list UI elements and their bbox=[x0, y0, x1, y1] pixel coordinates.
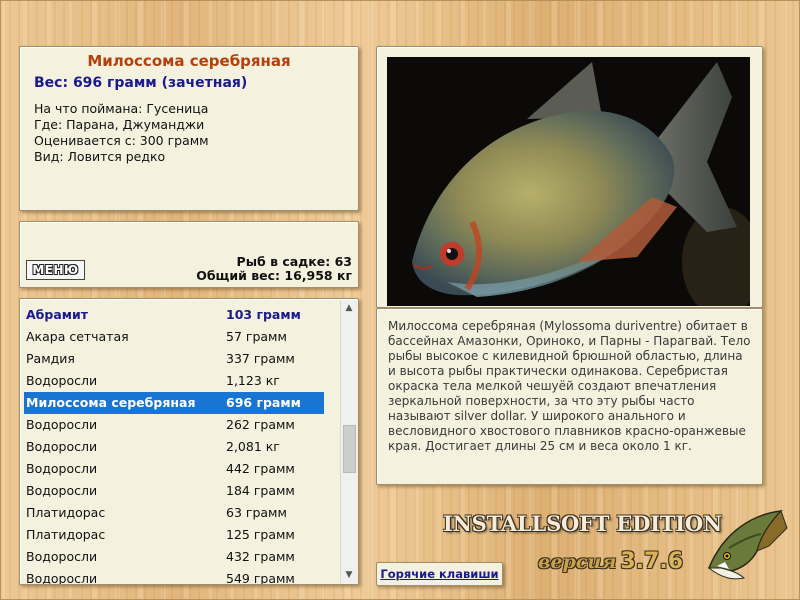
fish-list-name: Рамдия bbox=[26, 351, 75, 366]
fish-list-weight: 442 грамм bbox=[226, 461, 295, 476]
fish-details: На что поймана: Гусеница Где: Парана, Дж… bbox=[34, 101, 358, 165]
fish-list-name: Водоросли bbox=[26, 549, 98, 564]
fish-list-row[interactable]: Водоросли 184 грамм bbox=[24, 480, 324, 502]
caught-on-text: На что поймана: Гусеница bbox=[34, 101, 209, 116]
fish-list-name: Водоросли bbox=[26, 483, 98, 498]
fish-list-weight: 103 грамм bbox=[226, 307, 301, 322]
location-text: Где: Парана, Джуманджи bbox=[34, 117, 205, 132]
version-number: 3.7.6 bbox=[620, 549, 683, 574]
menu-button[interactable]: МЕНЮ bbox=[26, 260, 85, 280]
kind-text: Вид: Ловится редко bbox=[34, 149, 166, 164]
fish-name-title: Милоссома серебряная bbox=[87, 52, 291, 70]
fish-list-name: Водоросли bbox=[26, 417, 98, 432]
fish-weight: Вес: 696 грамм (зачетная) bbox=[34, 75, 248, 91]
fish-list-weight: 1,123 кг bbox=[226, 373, 280, 388]
fish-list-name: Милоссома серебряная bbox=[26, 395, 196, 410]
brand-logo-text: INSTALLSOFT EDITION bbox=[443, 511, 722, 536]
fish-list-name: Водоросли bbox=[26, 571, 98, 585]
fish-info-panel: Милоссома серебряная Вес: 696 грамм (зач… bbox=[19, 46, 359, 211]
fish-list-name: Водоросли bbox=[26, 439, 98, 454]
fish-list-weight: 63 грамм bbox=[226, 505, 287, 520]
fish-description-panel: Милоссома серебряная (Mylossoma durivent… bbox=[376, 308, 763, 485]
fish-list-row[interactable]: Платидорас 63 грамм bbox=[24, 502, 324, 524]
fish-list-row[interactable]: Водоросли 432 грамм bbox=[24, 546, 324, 568]
keepnet-stats-panel: МЕНЮ Рыб в садке: 63 Общий вес: 16,958 к… bbox=[19, 221, 359, 288]
fish-list: Абрамит 103 грамм Акара сетчатая 57 грамм Ра… bbox=[24, 304, 324, 585]
fish-list-weight: 337 грамм bbox=[226, 351, 295, 366]
fish-photo bbox=[387, 57, 750, 306]
fish-list-row[interactable]: Водоросли 442 грамм bbox=[24, 458, 324, 480]
fish-list-name: Абрамит bbox=[26, 307, 89, 322]
fish-list-name: Платидорас bbox=[26, 527, 106, 542]
rated-from-text: Оценивается с: 300 грамм bbox=[34, 133, 209, 148]
fish-list-row[interactable]: Милоссома серебряная 696 грамм bbox=[24, 392, 324, 414]
scroll-thumb[interactable] bbox=[343, 425, 356, 473]
fish-list-row[interactable]: Водоросли 262 грамм bbox=[24, 414, 324, 436]
keepnet-list-panel: Абрамит 103 грамм Акара сетчатая 57 грамм Ра… bbox=[19, 298, 359, 585]
fish-list-row[interactable]: Водоросли 549 грамм bbox=[24, 568, 324, 585]
list-scrollbar[interactable]: ▲ ▼ bbox=[340, 300, 357, 583]
scroll-up-icon[interactable]: ▲ bbox=[341, 300, 357, 316]
fish-list-row[interactable]: Акара сетчатая 57 грамм bbox=[24, 326, 324, 348]
fish-list-row[interactable]: Водоросли 2,081 кг bbox=[24, 436, 324, 458]
version-word: версия bbox=[538, 551, 617, 573]
fish-list-weight: 696 грамм bbox=[226, 395, 301, 410]
total-weight-text: Общий вес: 16,958 кг bbox=[196, 268, 352, 283]
fish-list-weight: 432 грамм bbox=[226, 549, 295, 564]
fish-list-row[interactable]: Платидорас 125 грамм bbox=[24, 524, 324, 546]
fish-list-name: Акара сетчатая bbox=[26, 329, 129, 344]
fish-list-weight: 184 грамм bbox=[226, 483, 295, 498]
scroll-down-icon[interactable]: ▼ bbox=[341, 567, 357, 583]
fish-description-text: Милоссома серебряная (Mylossoma durivent… bbox=[388, 319, 751, 453]
fish-list-row[interactable]: Абрамит 103 грамм bbox=[24, 304, 324, 326]
fish-photo-panel bbox=[376, 46, 763, 308]
fish-list-row[interactable]: Водоросли 1,123 кг bbox=[24, 370, 324, 392]
fish-list-row[interactable]: Рамдия 337 грамм bbox=[24, 348, 324, 370]
fish-list-name: Водоросли bbox=[26, 461, 98, 476]
fish-list-weight: 2,081 кг bbox=[226, 439, 280, 454]
version-label: версия 3.7.6 bbox=[538, 549, 688, 577]
fish-list-name: Платидорас bbox=[26, 505, 106, 520]
fish-list-name: Водоросли bbox=[26, 373, 98, 388]
fish-list-weight: 549 грамм bbox=[226, 571, 295, 585]
fish-list-weight: 57 грамм bbox=[226, 329, 287, 344]
fish-list-weight: 125 грамм bbox=[226, 527, 295, 542]
pike-fish-logo bbox=[707, 510, 788, 580]
fish-list-weight: 262 грамм bbox=[226, 417, 295, 432]
silver-dollar-fish-image bbox=[387, 57, 750, 306]
fish-count-text: Рыб в садке: 63 bbox=[236, 254, 352, 269]
hotkeys-button[interactable]: Горячие клавиши bbox=[376, 562, 503, 586]
